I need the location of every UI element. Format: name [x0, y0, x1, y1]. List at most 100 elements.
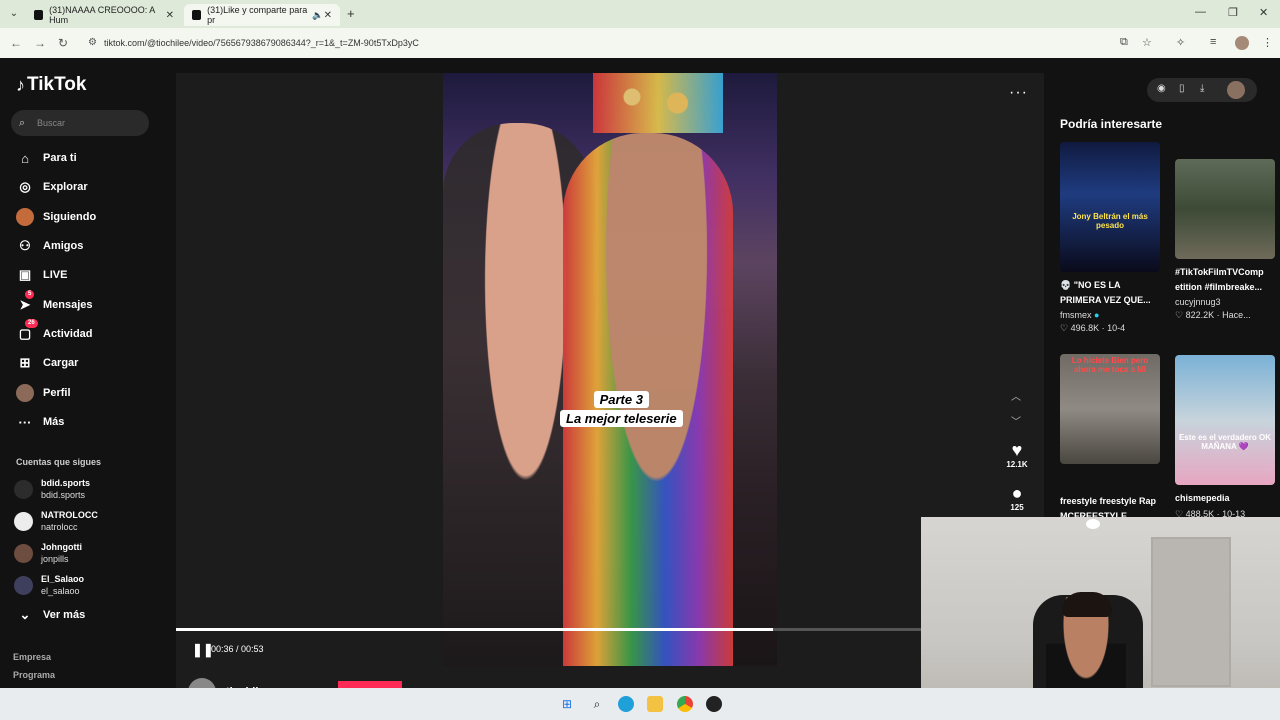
nav-label: Perfil: [43, 387, 71, 399]
video-timecode: 00:36 / 00:53: [211, 644, 264, 654]
nav-label: Cargar: [43, 357, 79, 369]
room-door: [1151, 537, 1231, 687]
account-username: jonpills: [41, 553, 69, 564]
previous-video-icon[interactable]: ︿: [1011, 388, 1021, 403]
minimize-icon[interactable]: —: [1195, 6, 1206, 18]
more-options-icon[interactable]: ···: [1009, 84, 1028, 102]
device-icon[interactable]: ▯: [1179, 83, 1185, 94]
avatar: [14, 479, 33, 499]
new-tab-button[interactable]: +: [347, 6, 355, 21]
footer-link-empresa[interactable]: Empresa: [13, 652, 51, 662]
browser-chrome: ⌄ (31)NAAAA CREOOOO: A Hum ✕ (31)Like y …: [0, 0, 1280, 58]
tab-title: (31)Like y comparte para pr: [207, 5, 308, 25]
fairground-lights: [593, 73, 723, 133]
profile-avatar-icon[interactable]: [1235, 36, 1249, 50]
home-icon: ⌂: [21, 150, 29, 166]
nav-perfil[interactable]: Perfil: [16, 382, 71, 404]
close-tab-icon[interactable]: ✕: [324, 10, 332, 21]
recommendation-thumbnail: Lo hiciste Bien pero ahora me toca a MI: [1060, 354, 1160, 464]
windows-start-icon[interactable]: ⊞: [559, 696, 575, 712]
nav-amigos[interactable]: ⚇ Amigos: [16, 235, 83, 257]
account-username: el_salaoo: [41, 585, 80, 596]
comment-button[interactable]: ● 125: [1000, 483, 1034, 512]
send-icon: ➤ 5: [16, 290, 35, 314]
back-icon[interactable]: ←: [10, 36, 22, 50]
reload-icon[interactable]: ↻: [58, 36, 68, 50]
progress-bar[interactable]: [176, 628, 1044, 631]
nav-label: Más: [43, 416, 65, 428]
avatar[interactable]: [1227, 81, 1245, 99]
windows-taskbar: ⊞ ⌕: [0, 688, 1280, 720]
recommendation-card[interactable]: Lo hiciste Bien pero ahora me toca a MI …: [1060, 354, 1160, 524]
nav-mensajes[interactable]: ➤ 5 Mensajes: [16, 290, 93, 316]
avatar: [14, 575, 33, 595]
browser-menu-icon[interactable]: ⋮: [1262, 36, 1273, 49]
reading-list-icon[interactable]: ≡: [1210, 36, 1216, 48]
following-avatar-icon: [16, 208, 34, 226]
download-icon[interactable]: ⤓: [1200, 83, 1204, 94]
file-explorer-icon[interactable]: [647, 696, 663, 712]
forward-icon[interactable]: →: [34, 36, 46, 50]
edge-icon[interactable]: [618, 696, 634, 712]
account-name: NATROLOCC: [41, 509, 98, 520]
caption-line-1: Parte 3: [593, 391, 649, 408]
see-more-button[interactable]: ⌄ Ver más: [16, 604, 86, 626]
search-placeholder: Buscar: [37, 118, 66, 128]
recommendation-card[interactable]: Jony Beltrán el más pesado 💀 "NO ES LA P…: [1060, 142, 1160, 334]
following-account[interactable]: Johngotti jonpills: [14, 539, 82, 567]
following-account[interactable]: NATROLOCC natrolocc: [14, 507, 98, 535]
recommendation-stats: ♡ 496.8K · 10-4: [1060, 323, 1126, 333]
recommendation-card[interactable]: #TikTokFilmTVComp etition #filmbreake...…: [1175, 159, 1275, 321]
search-input[interactable]: ⌕ Buscar: [11, 110, 149, 136]
following-account[interactable]: bdid.sports bdid.sports: [14, 475, 90, 503]
like-button[interactable]: ♥ 12.1K: [1000, 440, 1034, 469]
recommendations-title: Podría interesarte: [1060, 117, 1163, 131]
sidebar: ♪ TikTok ⌕ Buscar ⌂ Para ti ◎ Explorar S…: [0, 58, 176, 688]
nav-label: Siguiendo: [43, 211, 97, 223]
following-account[interactable]: El_Salaoo el_salaoo: [14, 571, 84, 599]
nav-label: Explorar: [43, 181, 88, 193]
install-app-icon[interactable]: ⧉: [1120, 36, 1128, 49]
nav-actividad[interactable]: ▢ 26 Actividad: [16, 319, 93, 345]
tab-search-icon[interactable]: ⌄: [6, 6, 22, 22]
footer-link-programa[interactable]: Programa: [13, 670, 55, 680]
tab-2[interactable]: (31)Like y comparte para pr 🔈 ✕: [184, 4, 340, 26]
tiktok-logo[interactable]: ♪ TikTok: [16, 74, 86, 96]
nav-live[interactable]: ▣ LIVE: [16, 264, 68, 286]
chevron-down-icon: ⌄: [19, 607, 31, 622]
bookmark-star-icon[interactable]: ☆: [1142, 36, 1152, 49]
tiktok-note-icon: ♪: [16, 74, 25, 95]
nav-para-ti[interactable]: ⌂ Para ti: [16, 147, 77, 169]
nav-explorar[interactable]: ◎ Explorar: [16, 176, 88, 198]
progress-fill: [176, 628, 774, 631]
close-window-icon[interactable]: ✕: [1259, 6, 1268, 19]
address-bar-row: ← → ↻ ⚙ tiktok.com/@tiochilee/video/7565…: [0, 28, 1280, 58]
logo-text: TikTok: [27, 74, 87, 95]
tab-1[interactable]: (31)NAAAA CREOOOO: A Hum ✕: [26, 4, 182, 26]
obs-icon[interactable]: [706, 696, 722, 712]
nav-cargar[interactable]: ⊞ Cargar: [16, 352, 79, 374]
nav-mas[interactable]: ··· Más: [16, 411, 65, 433]
speaker-icon[interactable]: 🔈: [312, 10, 323, 21]
extensions-icon[interactable]: ✧: [1176, 36, 1185, 49]
close-tab-icon[interactable]: ✕: [166, 10, 174, 21]
friends-icon: ⚇: [19, 238, 31, 253]
search-icon[interactable]: ⌕: [589, 696, 605, 712]
search-icon: ⌕: [19, 117, 26, 129]
video-frame[interactable]: Parte 3 La mejor teleserie: [443, 73, 777, 666]
nav-siguiendo[interactable]: Siguiendo: [16, 206, 96, 228]
restore-icon[interactable]: ❐: [1228, 6, 1238, 19]
site-info-icon[interactable]: ⚙: [88, 32, 97, 54]
url-field[interactable]: ⚙ tiktok.com/@tiochilee/video/7565679386…: [82, 32, 1182, 54]
coin-icon[interactable]: ◉: [1157, 83, 1166, 94]
recommendation-card[interactable]: Este es el verdadero OK MAÑANA 💜 chismep…: [1175, 355, 1275, 520]
account-name: bdid.sports: [41, 477, 90, 488]
video-player[interactable]: Parte 3 La mejor teleserie ··· ︿ ﹀ ♥ 12.…: [176, 73, 1044, 706]
recommendation-thumbnail: Este es el verdadero OK MAÑANA 💜: [1175, 355, 1275, 485]
chrome-icon[interactable]: [677, 696, 693, 712]
url-text: tiktok.com/@tiochilee/video/756567938679…: [104, 38, 419, 48]
nav-label: Actividad: [43, 328, 93, 340]
tiktok-favicon-icon: [192, 10, 202, 20]
profile-avatar-icon: [16, 384, 34, 402]
next-video-icon[interactable]: ﹀: [1011, 413, 1021, 428]
